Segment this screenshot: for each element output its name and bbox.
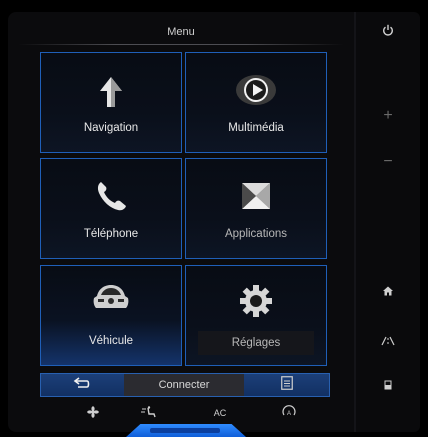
tile-applications-label: Applications xyxy=(224,228,287,240)
list-button[interactable] xyxy=(245,374,329,396)
tile-multimedia[interactable]: Multimédia xyxy=(185,52,327,153)
tile-settings[interactable]: Réglages xyxy=(185,265,327,366)
tile-navigation[interactable]: Navigation xyxy=(40,52,182,153)
page-title: Menu xyxy=(8,22,354,44)
driving-button[interactable] xyxy=(356,330,420,354)
back-arrow-icon xyxy=(73,376,91,394)
volume-up-label: + xyxy=(383,107,393,124)
bottom-bar: Connecter xyxy=(40,373,330,397)
volume-down-label: − xyxy=(383,153,393,170)
air-flow-button[interactable] xyxy=(136,405,160,421)
auto-climate-button[interactable]: A xyxy=(278,405,300,421)
applications-icon xyxy=(240,181,272,216)
menu-title: Menu xyxy=(167,26,195,38)
tile-vehicle-label: Véhicule xyxy=(88,335,134,347)
power-icon xyxy=(382,23,394,41)
car-icon xyxy=(91,282,131,317)
volume-up-button[interactable]: + xyxy=(356,104,420,128)
tile-multimedia-label: Multimédia xyxy=(228,122,284,134)
tile-telephone[interactable]: Téléphone xyxy=(40,158,182,259)
power-button[interactable] xyxy=(356,20,420,44)
gear-icon xyxy=(239,284,273,323)
svg-text:A: A xyxy=(287,411,291,417)
navigation-arrow-icon xyxy=(98,75,124,114)
fan-button[interactable] xyxy=(82,405,104,421)
tile-settings-label: Réglages xyxy=(231,337,281,349)
back-button[interactable] xyxy=(41,374,123,396)
connect-label: Connecter xyxy=(158,379,210,391)
phone-icon xyxy=(94,179,128,218)
tile-vehicle[interactable]: Véhicule xyxy=(40,265,182,366)
ac-label: AC xyxy=(213,408,227,418)
home-icon xyxy=(383,283,393,301)
auto-climate-icon: A xyxy=(282,405,296,421)
fan-icon xyxy=(87,406,99,420)
ac-button[interactable]: AC xyxy=(206,405,234,421)
volume-down-button[interactable]: − xyxy=(356,150,420,174)
display-button[interactable] xyxy=(356,374,420,398)
screen-icon xyxy=(384,377,392,395)
home-button[interactable] xyxy=(356,280,420,304)
list-icon xyxy=(281,375,293,395)
play-icon xyxy=(234,73,278,112)
road-icon xyxy=(381,333,395,351)
header-divider xyxy=(18,44,344,45)
tile-telephone-label: Téléphone xyxy=(83,228,139,240)
seat-airflow-icon xyxy=(140,406,156,420)
tile-navigation-label: Navigation xyxy=(83,122,139,134)
tile-applications[interactable]: Applications xyxy=(185,158,327,259)
active-indicator-slot xyxy=(150,428,220,433)
connect-button[interactable]: Connecter xyxy=(124,374,244,396)
hardware-sidebar xyxy=(356,12,420,432)
